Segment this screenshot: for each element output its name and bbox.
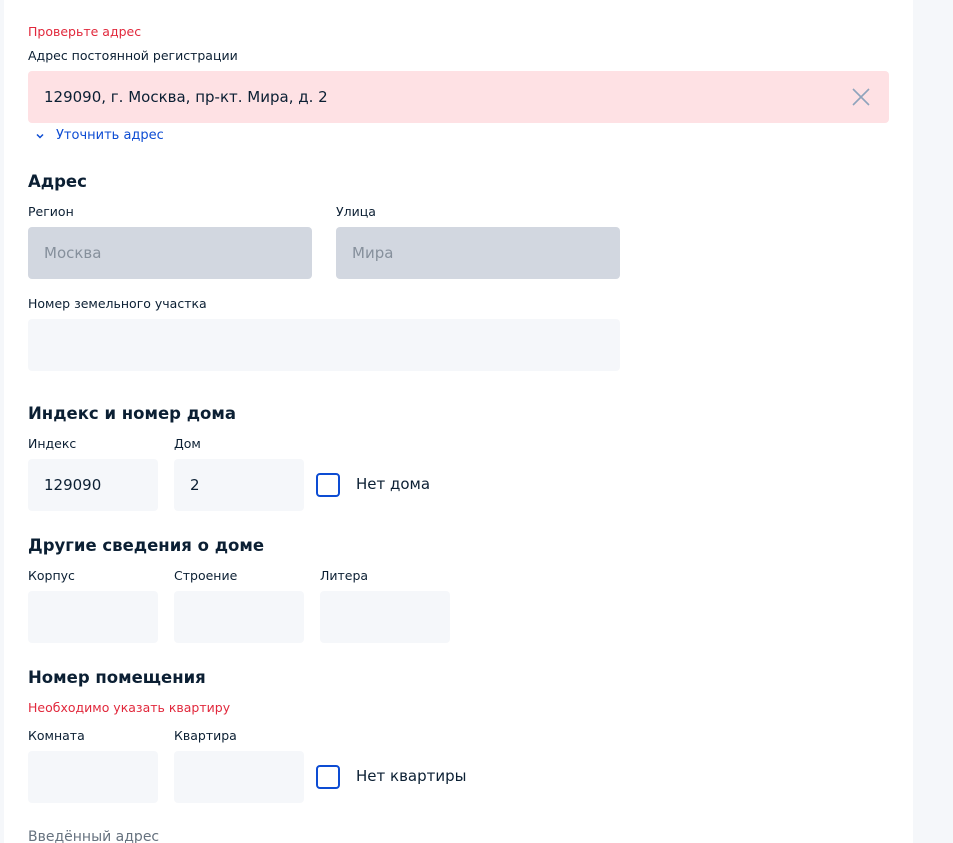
no-apartment-checkbox[interactable] [316, 765, 340, 789]
registration-label: Адрес постоянной регистрации [28, 48, 238, 63]
room-input[interactable] [28, 751, 158, 803]
index-value: 129090 [44, 476, 102, 494]
refine-address-label: Уточнить адрес [56, 128, 164, 143]
street-input: Мира [336, 227, 620, 279]
chevron-down-icon [34, 130, 46, 142]
refine-address-link[interactable]: Уточнить адрес [34, 128, 164, 143]
region-label: Регион [28, 204, 74, 219]
other-house-heading: Другие сведения о доме [28, 536, 265, 555]
room-label: Комната [28, 728, 85, 743]
stroenie-input[interactable] [174, 591, 304, 643]
street-label: Улица [336, 204, 376, 219]
no-house-checkbox[interactable] [316, 473, 340, 497]
litera-label: Литера [320, 568, 369, 583]
registration-address-value: 129090, г. Москва, пр-кт. Мира, д. 2 [44, 88, 328, 106]
address-heading: Адрес [28, 172, 87, 191]
apartment-label: Квартира [174, 728, 237, 743]
apartment-error: Необходимо указать квартиру [28, 700, 231, 715]
house-input[interactable]: 2 [174, 459, 304, 511]
korpus-input[interactable] [28, 591, 158, 643]
close-icon[interactable] [851, 87, 871, 107]
no-apartment-label[interactable]: Нет квартиры [356, 767, 466, 785]
plot-number-label: Номер земельного участка [28, 296, 207, 311]
litera-input[interactable] [320, 591, 450, 643]
korpus-label: Корпус [28, 568, 75, 583]
entered-address-label: Введённый адрес [28, 829, 160, 843]
street-value: Мира [352, 244, 394, 262]
index-house-heading: Индекс и номер дома [28, 404, 237, 423]
house-value: 2 [190, 476, 200, 494]
apartment-input[interactable] [174, 751, 304, 803]
region-value: Москва [44, 244, 102, 262]
registration-address-input[interactable]: 129090, г. Москва, пр-кт. Мира, д. 2 [28, 71, 889, 123]
index-input[interactable]: 129090 [28, 459, 158, 511]
premises-heading: Номер помещения [28, 668, 206, 687]
plot-number-input[interactable] [28, 319, 620, 371]
region-input: Москва [28, 227, 312, 279]
address-form-card: Проверьте адрес Адрес постоянной регистр… [4, 0, 913, 843]
no-house-label[interactable]: Нет дома [356, 475, 430, 493]
registration-error: Проверьте адрес [28, 24, 142, 39]
house-label: Дом [174, 436, 201, 451]
index-label: Индекс [28, 436, 77, 451]
stroenie-label: Строение [174, 568, 238, 583]
